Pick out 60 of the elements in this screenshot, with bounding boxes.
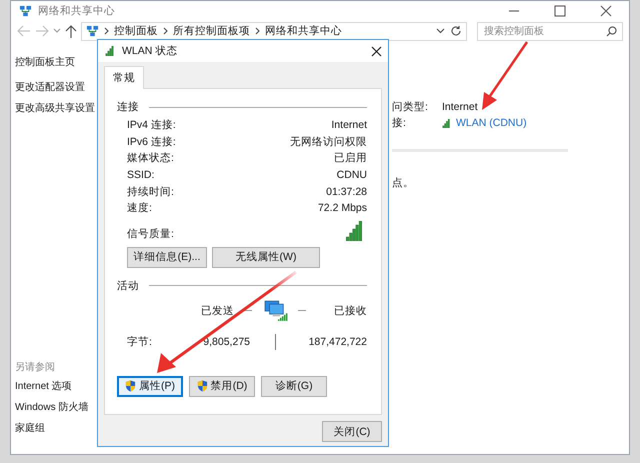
field-label: 持续时间: <box>127 184 174 199</box>
field-label: 字节: <box>127 334 153 349</box>
close-icon[interactable] <box>371 46 382 56</box>
field-value: 72.2 Mbps <box>318 202 367 214</box>
caret-icon[interactable] <box>53 28 61 34</box>
close-button[interactable]: 关闭(C) <box>322 421 382 442</box>
section-heading: 另请参阅 <box>15 360 55 374</box>
field-label: 媒体状态: <box>127 151 174 166</box>
sidebar-link[interactable]: 更改高级共享设置 <box>15 101 95 115</box>
field-label: SSID: <box>127 169 154 182</box>
chevron-icon <box>255 27 260 35</box>
sidebar-link[interactable]: Internet 选项 <box>15 379 72 393</box>
dialog-button[interactable]: 详细信息(E)... <box>127 246 207 268</box>
field-label: 信号质量: <box>127 226 174 241</box>
sidebar-link[interactable]: 更改适配器设置 <box>15 80 85 94</box>
info-text: 点。 <box>392 176 414 190</box>
received-bytes: 187,472,722 <box>308 336 367 348</box>
search-field[interactable]: 搜索控制面板 <box>477 22 623 40</box>
refresh-icon[interactable] <box>450 25 462 37</box>
window-title: 网络和共享中心 <box>38 4 116 18</box>
sent-bytes: 9,805,275 <box>203 336 250 348</box>
breadcrumb-item[interactable]: 所有控制面板项 <box>173 24 250 38</box>
network-icon <box>19 4 32 18</box>
dialog-title: WLAN 状态 <box>122 44 178 58</box>
dialog-button[interactable]: 属性(P) <box>117 376 183 397</box>
field-label: IPv6 连接: <box>127 134 176 149</box>
shield-icon <box>196 380 208 392</box>
shield-icon <box>125 380 136 392</box>
field-label: 问类型: <box>392 101 428 113</box>
field-label: 速度: <box>127 201 152 216</box>
breadcrumb-item[interactable]: 网络和共享中心 <box>265 24 342 38</box>
signal-icon <box>442 118 452 128</box>
field-label: 接: <box>392 117 406 129</box>
sent-label: 已发送 <box>201 304 234 318</box>
field-value: Internet <box>442 101 478 113</box>
connection-link[interactable]: WLAN (CDNU) <box>442 117 527 129</box>
chevron-icon <box>104 27 109 35</box>
annotation-arrow <box>482 41 528 110</box>
dialog-button[interactable]: 诊断(G) <box>261 376 327 397</box>
network-icon <box>86 24 99 38</box>
field-value: Internet <box>331 119 367 132</box>
sidebar-link[interactable]: Windows 防火墙 <box>15 400 88 414</box>
chevron-icon <box>163 27 168 35</box>
sidebar-link[interactable]: 家庭组 <box>15 421 45 435</box>
field-value: 01:37:28 <box>326 186 367 198</box>
received-label: 已接收 <box>334 304 367 318</box>
sidebar-link[interactable]: 控制面板主页 <box>15 55 75 69</box>
section-heading: 连接 <box>117 100 139 114</box>
section-heading: 活动 <box>117 278 139 293</box>
field-label: IPv4 连接: <box>127 118 176 132</box>
field-value: CDNU <box>336 169 367 182</box>
tab[interactable]: 常规 <box>104 66 144 89</box>
field-value: 已启用 <box>334 151 367 166</box>
field-value: 无网络访问权限 <box>290 134 367 149</box>
up-arrow-icon[interactable] <box>65 24 77 38</box>
search-icon[interactable] <box>606 26 617 36</box>
breadcrumb-item[interactable]: 控制面板 <box>114 24 158 38</box>
dialog-button[interactable]: 禁用(D) <box>189 376 255 397</box>
dropdown-caret-icon[interactable] <box>436 28 445 34</box>
dialog-button[interactable]: 无线属性(W) <box>212 246 320 268</box>
